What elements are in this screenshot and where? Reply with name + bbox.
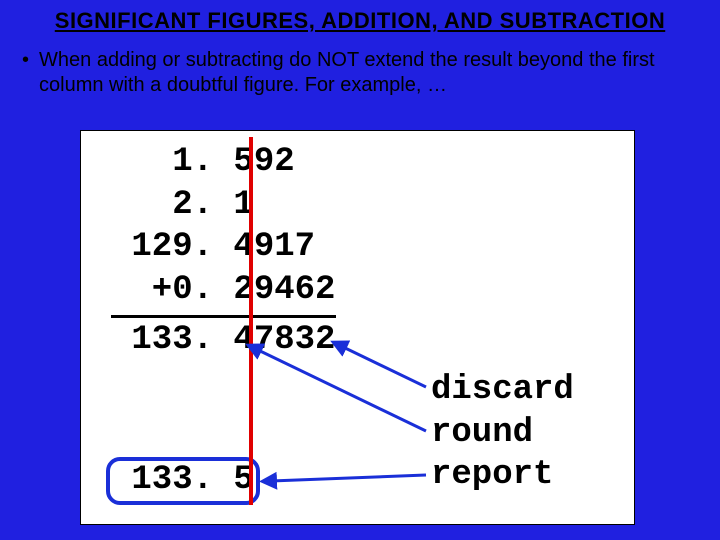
bullet-row: • When adding or subtracting do NOT exte… (0, 42, 720, 98)
addend-3: 129. 4917 (111, 228, 315, 266)
addends-column: 1. 592 2. 1 129. 4917 +0. 29462 (111, 141, 335, 311)
addend-2: 2. 1 (111, 186, 254, 224)
label-round: round (431, 414, 533, 452)
label-report: report (431, 456, 553, 494)
example-figure: 1. 592 2. 1 129. 4917 +0. 29462 133. 478… (80, 130, 635, 525)
label-discard: discard (431, 371, 574, 409)
final-result-box (106, 457, 260, 505)
figure-inner: 1. 592 2. 1 129. 4917 +0. 29462 133. 478… (81, 131, 634, 524)
slide-title: SIGNIFICANT FIGURES, ADDITION, AND SUBTR… (0, 0, 720, 42)
addend-1: 1. 592 (111, 143, 295, 181)
cutoff-red-line (249, 137, 253, 505)
sum-rule-line (111, 315, 336, 318)
raw-sum: 133. 47832 (111, 321, 335, 359)
action-labels: discard round report (431, 369, 574, 497)
bullet-text: When adding or subtracting do NOT extend… (39, 48, 700, 98)
bullet-dot: • (20, 48, 39, 98)
addend-4: +0. 29462 (111, 271, 335, 309)
